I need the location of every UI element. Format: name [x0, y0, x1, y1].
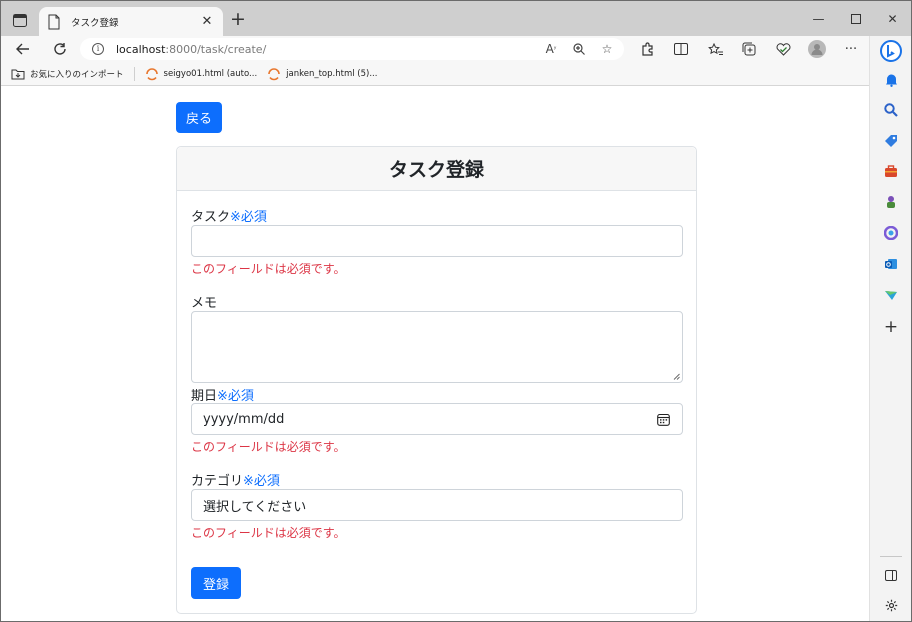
- zoom-icon[interactable]: [570, 40, 588, 58]
- favorites-icon[interactable]: [702, 37, 728, 61]
- required-mark: ※必須: [217, 389, 254, 404]
- submit-button[interactable]: 登録: [191, 567, 241, 599]
- task-label: タスク※必須: [191, 206, 267, 225]
- notifications-bell-icon[interactable]: [878, 69, 904, 91]
- back-button[interactable]: 戻る: [176, 102, 222, 133]
- page-icon: [48, 14, 60, 29]
- bookmark-janken-top[interactable]: janken_top.html (5)...: [267, 67, 377, 81]
- url-path: :8000/task/create/: [165, 42, 267, 56]
- close-window-icon[interactable]: ✕: [874, 1, 911, 36]
- shopping-tag-icon[interactable]: [878, 130, 904, 152]
- drop-icon[interactable]: [878, 284, 904, 306]
- favorite-star-icon[interactable]: ☆: [598, 40, 616, 58]
- new-tab-icon[interactable]: +: [227, 9, 249, 31]
- task-input[interactable]: [191, 225, 683, 257]
- page-title: タスク登録: [388, 159, 484, 181]
- due-date-input[interactable]: yyyy/mm/dd: [191, 403, 683, 435]
- more-menu-icon[interactable]: ···: [838, 37, 864, 61]
- active-tab[interactable]: タスク登録 ✕: [39, 7, 223, 36]
- microsoft365-icon[interactable]: [878, 222, 904, 244]
- settings-gear-icon[interactable]: [878, 594, 904, 616]
- due-date-label-text: 期日: [191, 389, 218, 404]
- close-tab-icon[interactable]: ✕: [199, 14, 215, 29]
- maximize-icon[interactable]: [837, 1, 874, 36]
- tab-bar: タスク登録 ✕ + — ✕: [1, 1, 911, 36]
- split-screen-icon[interactable]: [668, 37, 694, 61]
- edge-sidebar: +: [869, 36, 911, 621]
- url-host: localhost: [116, 42, 166, 56]
- resize-handle-icon[interactable]: [673, 373, 680, 380]
- loading-favicon-icon: [145, 67, 158, 80]
- outlook-icon[interactable]: [878, 253, 904, 275]
- profile-avatar[interactable]: [804, 37, 830, 61]
- import-folder-icon: [11, 69, 25, 79]
- bookmark-seigyo01[interactable]: seigyo01.html (auto...: [145, 67, 258, 81]
- task-form-card: タスク登録 タスク※必須 このフィールドは必須です。 メモ 期日※必須 yyyy…: [176, 146, 697, 614]
- browser-toolbar: i localhost:8000/task/create/ Aʸ ☆ ···: [1, 36, 869, 62]
- calendar-icon[interactable]: [657, 413, 670, 426]
- category-error-message: このフィールドは必須です。: [191, 526, 346, 540]
- memo-label: メモ: [191, 296, 218, 311]
- task-error-message: このフィールドは必須です。: [191, 262, 346, 276]
- loading-favicon-icon: [268, 67, 280, 80]
- due-date-label: 期日※必須: [191, 385, 254, 404]
- add-sidebar-app-icon[interactable]: +: [878, 316, 904, 338]
- address-bar[interactable]: i localhost:8000/task/create/ Aʸ ☆: [80, 38, 624, 60]
- required-mark: ※必須: [230, 210, 267, 225]
- category-select[interactable]: 選択してください: [191, 489, 683, 521]
- back-arrow-icon[interactable]: [10, 37, 34, 61]
- site-info-icon[interactable]: i: [92, 43, 104, 55]
- minimize-icon[interactable]: —: [800, 1, 837, 36]
- bookmark-separator: [133, 66, 135, 81]
- bookmarks-bar: お気に入りのインポート seigyo01.html (auto... janke…: [1, 62, 869, 86]
- bookmark-import-favorites[interactable]: お気に入りのインポート: [11, 67, 124, 81]
- hide-sidebar-icon[interactable]: [878, 564, 904, 586]
- bing-copilot-icon[interactable]: [878, 40, 904, 62]
- browser-essentials-icon[interactable]: [770, 37, 796, 61]
- category-label: カテゴリ※必須: [191, 470, 280, 489]
- required-mark: ※必須: [243, 474, 280, 489]
- category-label-text: カテゴリ: [191, 474, 244, 489]
- category-selected-value: 選択してください: [203, 499, 307, 515]
- page-viewport: 戻る タスク登録 タスク※必須 このフィールドは必須です。 メモ 期日※必須 y…: [1, 87, 869, 621]
- toolbar-right-icons: ···: [634, 37, 864, 61]
- refresh-icon[interactable]: [48, 37, 72, 61]
- read-aloud-icon[interactable]: Aʸ: [542, 40, 560, 58]
- due-date-error-message: このフィールドは必須です。: [191, 440, 346, 454]
- bookmark-label: seigyo01.html (auto...: [163, 68, 258, 79]
- extensions-icon[interactable]: [634, 37, 660, 61]
- task-label-text: タスク: [191, 210, 231, 225]
- tab-title: タスク登録: [71, 17, 119, 29]
- window-controls: — ✕: [800, 1, 911, 36]
- bookmark-label: janken_top.html (5)...: [286, 68, 378, 79]
- due-date-placeholder: yyyy/mm/dd: [203, 411, 285, 427]
- tools-briefcase-icon[interactable]: [878, 160, 904, 182]
- card-header: タスク登録: [177, 147, 696, 191]
- memo-textarea[interactable]: [191, 311, 683, 383]
- games-icon[interactable]: [878, 191, 904, 213]
- sidebar-divider: [880, 556, 902, 557]
- tab-actions-icon[interactable]: [9, 9, 31, 31]
- browser-window: タスク登録 ✕ + — ✕ i localhost:8000/task/crea…: [0, 0, 912, 622]
- bookmark-label: お気に入りのインポート: [30, 69, 124, 80]
- search-icon[interactable]: [878, 99, 904, 121]
- collections-icon[interactable]: [736, 37, 762, 61]
